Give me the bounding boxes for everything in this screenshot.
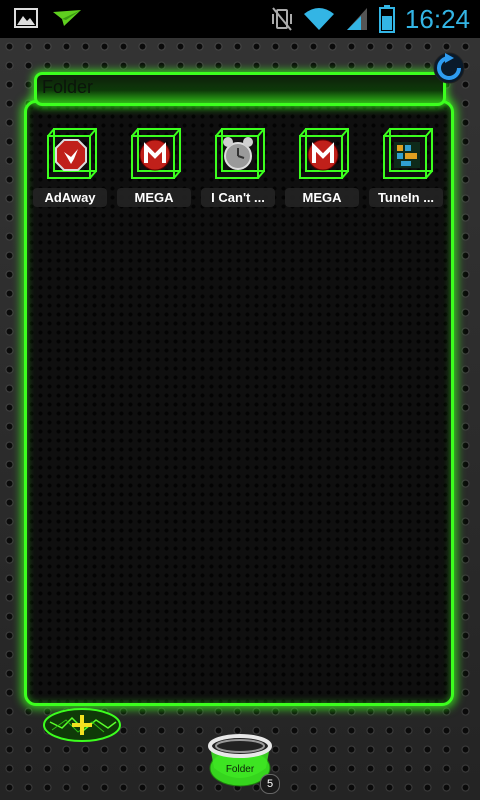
mega-icon bbox=[299, 128, 349, 179]
signal-icon bbox=[346, 8, 367, 30]
paper-plane-notification-icon bbox=[53, 10, 81, 26]
app-label: MEGA bbox=[117, 188, 191, 207]
tunein-icon bbox=[383, 128, 433, 179]
clock: 16:24 bbox=[404, 4, 470, 34]
refresh-icon[interactable] bbox=[432, 51, 466, 85]
app-tunein[interactable]: TuneIn ... bbox=[364, 124, 448, 214]
wifi-icon bbox=[303, 8, 334, 30]
vibrate-icon bbox=[271, 7, 292, 31]
app-adaway[interactable]: AdAway bbox=[28, 124, 112, 214]
folder-title[interactable]: Folder bbox=[42, 77, 93, 98]
dock-folder-label: Folder bbox=[225, 764, 255, 775]
app-label: AdAway bbox=[33, 188, 107, 207]
adaway-icon bbox=[47, 128, 97, 179]
folder-count-badge: 5 bbox=[260, 774, 280, 794]
battery-icon bbox=[378, 5, 395, 33]
alarm-clock-icon bbox=[215, 128, 265, 179]
status-bar: 16:24 bbox=[0, 0, 480, 38]
add-app-button[interactable] bbox=[42, 706, 122, 744]
app-label: MEGA bbox=[285, 188, 359, 207]
app-i-cant-wake-up[interactable]: I Can't ... bbox=[196, 124, 280, 214]
app-mega[interactable]: MEGA bbox=[112, 124, 196, 214]
mega-icon bbox=[131, 128, 181, 179]
app-label: I Can't ... bbox=[201, 188, 275, 207]
image-notification-icon bbox=[14, 8, 38, 28]
app-label: TuneIn ... bbox=[369, 188, 443, 207]
folder-title-bar[interactable]: Folder bbox=[34, 72, 446, 106]
app-mega-2[interactable]: MEGA bbox=[280, 124, 364, 214]
